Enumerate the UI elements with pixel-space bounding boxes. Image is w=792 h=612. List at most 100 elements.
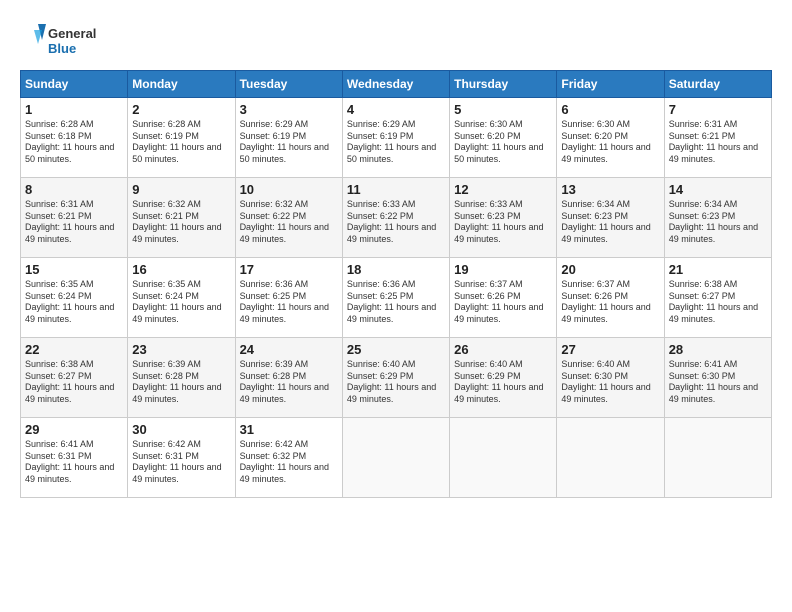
day-info: Sunrise: 6:40 AMSunset: 6:30 PMDaylight:… [561, 359, 659, 406]
day-number: 15 [25, 262, 123, 277]
calendar-week-row: 29 Sunrise: 6:41 AMSunset: 6:31 PMDayligh… [21, 418, 772, 498]
day-number: 8 [25, 182, 123, 197]
calendar-table: SundayMondayTuesdayWednesdayThursdayFrid… [20, 70, 772, 498]
day-of-week-header: Friday [557, 71, 664, 98]
day-info: Sunrise: 6:39 AMSunset: 6:28 PMDaylight:… [132, 359, 230, 406]
calendar-cell: 6 Sunrise: 6:30 AMSunset: 6:20 PMDaylight… [557, 98, 664, 178]
calendar-cell: 14 Sunrise: 6:34 AMSunset: 6:23 PMDayligh… [664, 178, 771, 258]
day-info: Sunrise: 6:28 AMSunset: 6:18 PMDaylight:… [25, 119, 123, 166]
day-info: Sunrise: 6:30 AMSunset: 6:20 PMDaylight:… [454, 119, 552, 166]
day-number: 24 [240, 342, 338, 357]
calendar-cell: 2Sunrise: 6:28 AMSunset: 6:19 PMDaylight… [128, 98, 235, 178]
calendar-cell: 4 Sunrise: 6:29 AMSunset: 6:19 PMDaylight… [342, 98, 449, 178]
day-number: 4 [347, 102, 445, 117]
day-number: 2 [132, 102, 230, 117]
calendar-cell [342, 418, 449, 498]
day-of-week-header: Sunday [21, 71, 128, 98]
day-number: 13 [561, 182, 659, 197]
calendar-cell: 3 Sunrise: 6:29 AMSunset: 6:19 PMDaylight… [235, 98, 342, 178]
calendar-cell: 19Sunrise: 6:37 AMSunset: 6:26 PMDayligh… [450, 258, 557, 338]
day-info: Sunrise: 6:34 AMSunset: 6:23 PMDaylight:… [561, 199, 659, 246]
day-number: 31 [240, 422, 338, 437]
day-number: 1 [25, 102, 123, 117]
day-info: Sunrise: 6:32 AMSunset: 6:21 PMDaylight:… [132, 199, 230, 246]
day-number: 3 [240, 102, 338, 117]
day-number: 20 [561, 262, 659, 277]
calendar-cell: 23 Sunrise: 6:39 AMSunset: 6:28 PMDayligh… [128, 338, 235, 418]
calendar-cell: 31Sunrise: 6:42 AMSunset: 6:32 PMDayligh… [235, 418, 342, 498]
calendar-cell: 5 Sunrise: 6:30 AMSunset: 6:20 PMDaylight… [450, 98, 557, 178]
day-info: Sunrise: 6:39 AMSunset: 6:28 PMDaylight:… [240, 359, 338, 406]
day-info: Sunrise: 6:29 AMSunset: 6:19 PMDaylight:… [347, 119, 445, 166]
calendar-week-row: 15 Sunrise: 6:35 AMSunset: 6:24 PMDayligh… [21, 258, 772, 338]
day-info: Sunrise: 6:33 AMSunset: 6:22 PMDaylight:… [347, 199, 445, 246]
day-info: Sunrise: 6:34 AMSunset: 6:23 PMDaylight:… [669, 199, 767, 246]
day-number: 10 [240, 182, 338, 197]
calendar-cell: 28 Sunrise: 6:41 AMSunset: 6:30 PMDayligh… [664, 338, 771, 418]
calendar-cell: 27Sunrise: 6:40 AMSunset: 6:30 PMDayligh… [557, 338, 664, 418]
calendar-cell: 22 Sunrise: 6:38 AMSunset: 6:27 PMDayligh… [21, 338, 128, 418]
calendar-cell: 8 Sunrise: 6:31 AMSunset: 6:21 PMDaylight… [21, 178, 128, 258]
day-of-week-header: Saturday [664, 71, 771, 98]
page-header: General Blue [20, 20, 772, 60]
day-number: 11 [347, 182, 445, 197]
day-number: 5 [454, 102, 552, 117]
day-info: Sunrise: 6:42 AMSunset: 6:31 PMDaylight:… [132, 439, 230, 486]
day-info: Sunrise: 6:37 AMSunset: 6:26 PMDaylight:… [561, 279, 659, 326]
calendar-header-row: SundayMondayTuesdayWednesdayThursdayFrid… [21, 71, 772, 98]
day-info: Sunrise: 6:41 AMSunset: 6:30 PMDaylight:… [669, 359, 767, 406]
calendar-week-row: 1 Sunrise: 6:28 AMSunset: 6:18 PMDaylight… [21, 98, 772, 178]
day-number: 23 [132, 342, 230, 357]
calendar-week-row: 22 Sunrise: 6:38 AMSunset: 6:27 PMDayligh… [21, 338, 772, 418]
day-number: 17 [240, 262, 338, 277]
day-info: Sunrise: 6:38 AMSunset: 6:27 PMDaylight:… [25, 359, 123, 406]
calendar-cell: 1 Sunrise: 6:28 AMSunset: 6:18 PMDaylight… [21, 98, 128, 178]
day-number: 22 [25, 342, 123, 357]
calendar-cell: 9 Sunrise: 6:32 AMSunset: 6:21 PMDaylight… [128, 178, 235, 258]
day-info: Sunrise: 6:33 AMSunset: 6:23 PMDaylight:… [454, 199, 552, 246]
day-info: Sunrise: 6:36 AMSunset: 6:25 PMDaylight:… [347, 279, 445, 326]
day-of-week-header: Tuesday [235, 71, 342, 98]
day-of-week-header: Wednesday [342, 71, 449, 98]
day-number: 12 [454, 182, 552, 197]
day-info: Sunrise: 6:31 AMSunset: 6:21 PMDaylight:… [25, 199, 123, 246]
day-info: Sunrise: 6:35 AMSunset: 6:24 PMDaylight:… [132, 279, 230, 326]
calendar-cell: 11 Sunrise: 6:33 AMSunset: 6:22 PMDayligh… [342, 178, 449, 258]
calendar-cell: 7Sunrise: 6:31 AMSunset: 6:21 PMDaylight… [664, 98, 771, 178]
calendar-cell [557, 418, 664, 498]
calendar-cell: 24 Sunrise: 6:39 AMSunset: 6:28 PMDayligh… [235, 338, 342, 418]
calendar-cell [664, 418, 771, 498]
calendar-cell: 21 Sunrise: 6:38 AMSunset: 6:27 PMDayligh… [664, 258, 771, 338]
calendar-cell: 18 Sunrise: 6:36 AMSunset: 6:25 PMDayligh… [342, 258, 449, 338]
day-info: Sunrise: 6:32 AMSunset: 6:22 PMDaylight:… [240, 199, 338, 246]
day-of-week-header: Monday [128, 71, 235, 98]
day-number: 25 [347, 342, 445, 357]
day-info: Sunrise: 6:30 AMSunset: 6:20 PMDaylight:… [561, 119, 659, 166]
day-info: Sunrise: 6:38 AMSunset: 6:27 PMDaylight:… [669, 279, 767, 326]
day-info: Sunrise: 6:35 AMSunset: 6:24 PMDaylight:… [25, 279, 123, 326]
day-number: 18 [347, 262, 445, 277]
calendar-cell: 25 Sunrise: 6:40 AMSunset: 6:29 PMDayligh… [342, 338, 449, 418]
calendar-cell: 10 Sunrise: 6:32 AMSunset: 6:22 PMDayligh… [235, 178, 342, 258]
calendar-cell: 13 Sunrise: 6:34 AMSunset: 6:23 PMDayligh… [557, 178, 664, 258]
day-number: 19 [454, 262, 552, 277]
calendar-cell: 26Sunrise: 6:40 AMSunset: 6:29 PMDayligh… [450, 338, 557, 418]
logo: General Blue [20, 20, 120, 60]
day-number: 28 [669, 342, 767, 357]
calendar-cell: 12 Sunrise: 6:33 AMSunset: 6:23 PMDayligh… [450, 178, 557, 258]
day-number: 29 [25, 422, 123, 437]
day-number: 26 [454, 342, 552, 357]
day-number: 21 [669, 262, 767, 277]
day-number: 9 [132, 182, 230, 197]
day-number: 14 [669, 182, 767, 197]
day-info: Sunrise: 6:36 AMSunset: 6:25 PMDaylight:… [240, 279, 338, 326]
day-number: 30 [132, 422, 230, 437]
day-info: Sunrise: 6:29 AMSunset: 6:19 PMDaylight:… [240, 119, 338, 166]
day-number: 7 [669, 102, 767, 117]
calendar-week-row: 8 Sunrise: 6:31 AMSunset: 6:21 PMDaylight… [21, 178, 772, 258]
day-info: Sunrise: 6:41 AMSunset: 6:31 PMDaylight:… [25, 439, 123, 486]
day-number: 6 [561, 102, 659, 117]
calendar-cell: 30 Sunrise: 6:42 AMSunset: 6:31 PMDayligh… [128, 418, 235, 498]
day-info: Sunrise: 6:40 AMSunset: 6:29 PMDaylight:… [347, 359, 445, 406]
svg-text:General: General [48, 26, 96, 41]
